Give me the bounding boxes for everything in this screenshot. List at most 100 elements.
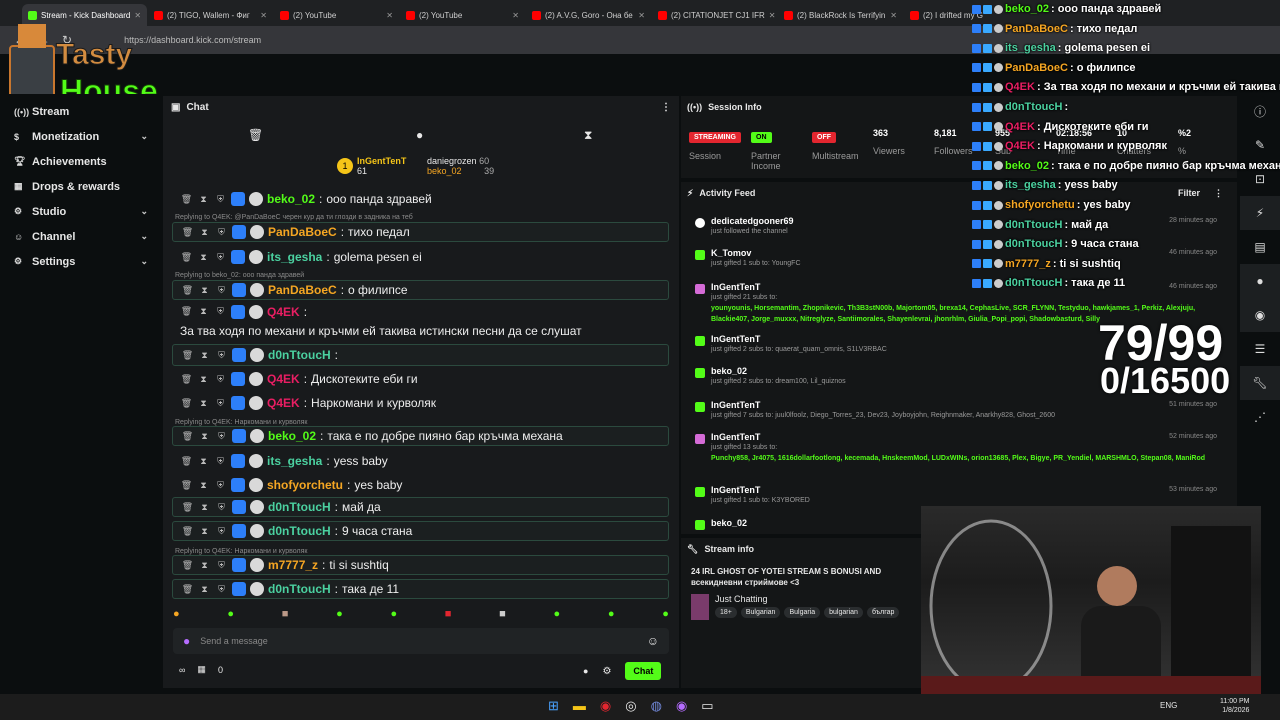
chat-message[interactable]: 🗑︎ ⧗ ⛨ m7777_z: ti si sushtiq [172,555,669,575]
wrench-icon[interactable]: 🔧︎ [1240,366,1280,400]
emote-icon[interactable]: ● [227,608,234,620]
activity-user[interactable]: dedicatedgooner69 [689,216,1229,226]
chat-message[interactable]: 🗑︎ ⧗ ⛨ Q4EK: Наркомани и курволяк [172,394,669,412]
chat-bubble-icon[interactable]: ● [583,666,588,676]
hourglass-icon[interactable]: ⧗ [198,285,211,296]
chat-username[interactable]: Q4EK [267,305,300,319]
page-icon[interactable]: ▤ [1240,230,1280,264]
tag-chip[interactable]: bulgarian [824,607,863,618]
shield-icon[interactable]: ⛨ [214,194,227,205]
shield-icon[interactable]: ⛨ [215,431,228,442]
terminal-icon[interactable]: ▭ [701,698,713,714]
shield-icon[interactable]: ⛨ [214,252,227,263]
chat-icon[interactable]: ● [1240,264,1280,298]
chat-username[interactable]: m7777_z [268,558,318,572]
close-icon[interactable]: ✕ [769,11,776,20]
trash-icon[interactable]: 🗑︎ [248,128,263,142]
trash-icon[interactable]: 🗑︎ [181,227,194,238]
chat-username[interactable]: beko_02 [267,192,315,206]
emote-icon[interactable]: ■ [499,608,506,620]
app-icon[interactable]: ◎ [625,698,636,714]
share-icon[interactable]: ⋰ [1240,400,1280,434]
chat-username[interactable]: shofyorchetu [267,478,343,492]
sidebar-item-stream[interactable]: ((•)) Stream [0,99,162,124]
browser-tab[interactable]: (2) YouTube ✕ [400,4,525,26]
tag-chip[interactable]: българ [866,607,900,618]
shield-icon[interactable]: ⛨ [214,306,227,317]
chat-message[interactable]: 🗑︎ ⧗ ⛨ PanDaBoeC: тихо педал [172,222,669,242]
close-icon[interactable]: ✕ [890,11,897,20]
chat-message[interactable]: 🗑︎ ⧗ ⛨ PanDaBoeC: о филипсе [172,280,669,300]
bolt-icon[interactable]: ⚡︎ [1240,196,1280,230]
clock[interactable]: 11:00 PM 1/8/2026 [1220,697,1249,715]
emote-icon[interactable]: ● [173,608,180,620]
trash-icon[interactable]: 🗑︎ [181,560,194,571]
shield-icon[interactable]: ⛨ [215,560,228,571]
chat-username[interactable]: its_gesha [267,454,322,468]
shield-icon[interactable]: ⛨ [215,350,228,361]
tag-chip[interactable]: Bulgarian [740,607,781,618]
microphone-icon[interactable]: ● [183,634,190,648]
shield-icon[interactable]: ⛨ [215,584,228,595]
chat-message[interactable]: 🗑︎ ⧗ ⛨ beko_02: ооо панда здравей [172,190,669,208]
shield-icon[interactable]: ⛨ [214,456,227,467]
chat-message[interactable]: 🗑︎ ⧗ ⛨ Q4EK: Дискотеките еби ги [172,370,669,388]
trash-icon[interactable]: 🗑︎ [181,526,194,537]
close-icon[interactable]: ✕ [512,11,519,20]
emote-icon[interactable]: ● [554,608,561,620]
file-explorer-icon[interactable]: ▬ [573,698,586,714]
trash-icon[interactable]: 🗑︎ [180,194,193,205]
hourglass-icon[interactable]: ⧗ [198,350,211,361]
chat-message[interactable]: 🗑︎ ⧗ ⛨ shofyorchetu: yes baby [172,476,669,494]
chat-username[interactable]: its_gesha [267,250,322,264]
emote-icon[interactable]: ■ [282,608,289,620]
hourglass-icon[interactable]: ⧗ [197,374,210,385]
gift-icon[interactable]: ▦ [197,664,206,675]
emote-icon[interactable]: ● [390,608,397,620]
sidebar-item-monetization[interactable]: $ Monetization ⌄ [0,124,162,149]
sidebar-item-achievements[interactable]: 🏆︎ Achievements [0,149,162,174]
infinity-icon[interactable]: ∞ [179,665,185,675]
trash-icon[interactable]: 🗑︎ [181,350,194,361]
sidebar-item-channel[interactable]: ☺ Channel ⌄ [0,224,162,249]
activity-user[interactable]: InGentTenT [689,432,1229,442]
chat-username[interactable]: beko_02 [268,429,316,443]
trash-icon[interactable]: 🗑︎ [181,285,194,296]
shield-icon[interactable]: ⛨ [214,374,227,385]
tag-chip[interactable]: 18+ [715,607,737,618]
close-icon[interactable]: ✕ [260,11,267,20]
chat-message[interactable]: 🗑︎ ⧗ ⛨ d0nTtoucH:9 часа стана [172,521,669,541]
hourglass-icon[interactable]: ⧗ [198,431,211,442]
shield-icon[interactable]: ⛨ [214,398,227,409]
hourglass-icon[interactable]: ⧗ [197,456,210,467]
info-icon[interactable]: ⓘ [1240,94,1280,128]
broadcast-icon[interactable]: ◉ [1240,298,1280,332]
trash-icon[interactable]: 🗑︎ [181,502,194,513]
trash-icon[interactable]: 🗑︎ [180,374,193,385]
emote-icon[interactable]: ● [608,608,615,620]
browser-tab[interactable]: (2) YouTube ✕ [274,4,399,26]
more-icon[interactable]: ⋮ [1214,188,1223,199]
chat-username[interactable]: d0nTtoucH [268,348,331,362]
shield-icon[interactable]: ⛨ [215,285,228,296]
send-chat-button[interactable]: Chat [625,662,662,680]
chat-username[interactable]: d0nTtoucH [268,500,331,514]
close-icon[interactable]: ✕ [386,11,393,20]
browser-tab[interactable]: (2) BlackRock Is Terrifyin ✕ [778,4,903,26]
chat-username[interactable]: PanDaBoeC [268,225,337,239]
activity-user[interactable]: InGentTenT [689,282,1229,292]
hourglass-icon[interactable]: ⧗ [198,584,211,595]
chrome-icon[interactable]: ◉ [600,698,611,714]
hourglass-icon[interactable]: ⧗ [197,306,210,317]
trash-icon[interactable]: 🗑︎ [180,398,193,409]
hourglass-icon[interactable]: ⧗ [197,252,210,263]
chat-bubble-icon[interactable]: ● [416,128,423,142]
trash-icon[interactable]: 🗑︎ [180,252,193,263]
list-icon[interactable]: ☰ [1240,332,1280,366]
chat-username[interactable]: Q4EK [267,396,300,410]
chat-message[interactable]: 🗑︎ ⧗ ⛨ its_gesha: golema pesen ei [172,248,669,266]
chat-message[interactable]: 🗑︎ ⧗ ⛨ its_gesha: yess baby [172,452,669,470]
tag-chip[interactable]: Bulgaria [784,607,821,618]
shield-icon[interactable]: ⛨ [215,526,228,537]
message-input[interactable]: ● Send a message ☺ [173,628,669,654]
